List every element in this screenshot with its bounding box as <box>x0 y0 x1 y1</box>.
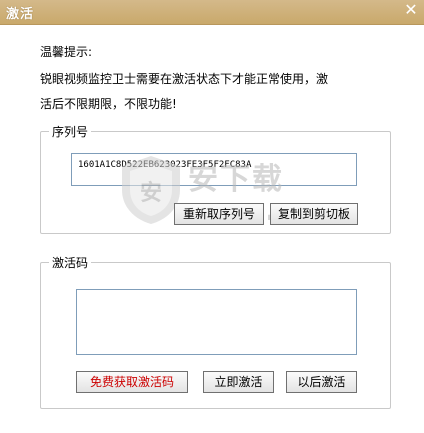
activate-later-button[interactable]: 以后激活 <box>286 371 357 393</box>
activation-group-label: 激活码 <box>49 254 92 271</box>
copy-to-clipboard-button[interactable]: 复制到剪切板 <box>270 203 358 225</box>
activation-code-field[interactable] <box>76 289 357 355</box>
activation-dialog: 激活 ✕ 温馨提示: 锐眼视频监控卫士需要在激活状态下才能正常使用，激 活后不限… <box>0 0 424 433</box>
serial-number-field[interactable]: 1601A1C8D522EB623023FE3F5F2FC83A <box>71 153 357 186</box>
hint-line-2: 活后不限期限，不限功能! <box>40 97 177 111</box>
refresh-serial-button[interactable]: 重新取序列号 <box>174 203 264 225</box>
hint-heading: 温馨提示: <box>40 45 93 59</box>
hint-line-1: 锐眼视频监控卫士需要在激活状态下才能正常使用，激 <box>40 72 329 86</box>
serial-group-label: 序列号 <box>49 123 92 140</box>
activate-now-button[interactable]: 立即激活 <box>203 371 274 393</box>
title-bar[interactable]: 激活 ✕ <box>0 0 424 25</box>
free-activation-code-button[interactable]: 免费获取激活码 <box>76 371 188 393</box>
serial-number-value: 1601A1C8D522EB623023FE3F5F2FC83A <box>78 160 252 170</box>
close-icon[interactable]: ✕ <box>404 2 418 18</box>
window-title: 激活 <box>6 7 35 22</box>
